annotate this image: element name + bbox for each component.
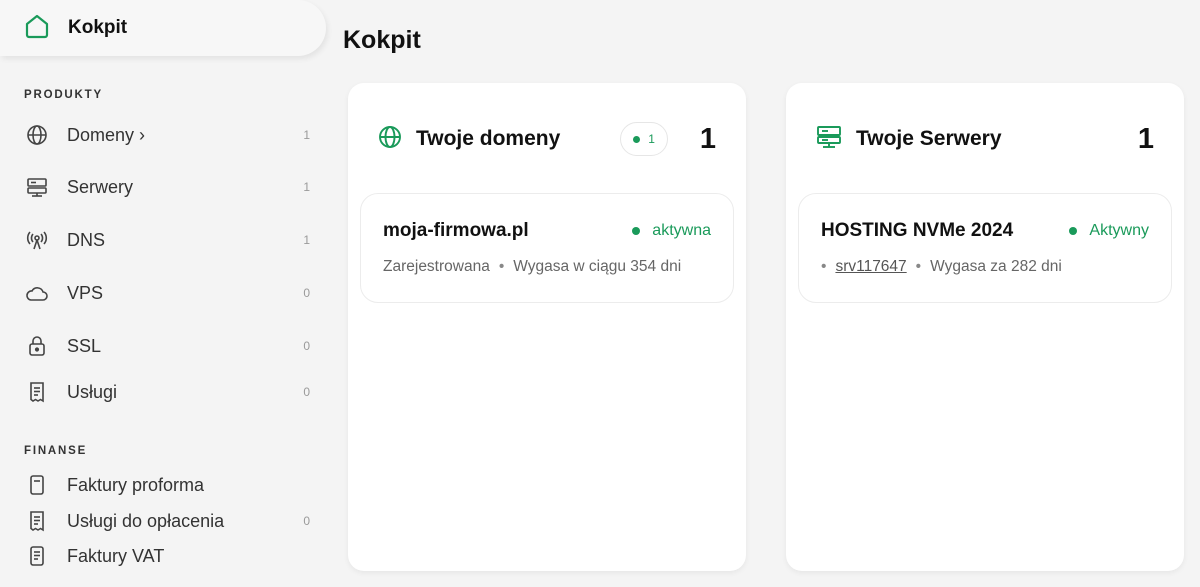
sidebar-item-servers[interactable]: Serwery 1 xyxy=(24,169,310,205)
server-item[interactable]: HOSTING NVMe 2024 Aktywny • srv117647 • … xyxy=(798,193,1172,303)
sidebar-item-label: Serwery xyxy=(67,176,134,197)
status-dot xyxy=(632,227,641,235)
sidebar-item-vat-invoices[interactable]: Faktury VAT xyxy=(24,538,310,574)
sidebar-item-label: Faktury proforma xyxy=(67,474,205,495)
sidebar-item-services-to-pay[interactable]: Usługi do opłacenia 0 xyxy=(24,503,310,539)
section-heading-products: PRODUKTY xyxy=(24,89,103,101)
sidebar-item-count: 1 xyxy=(303,180,310,194)
domains-card-header: Twoje domeny 1 1 xyxy=(378,119,716,159)
page-title: Kokpit xyxy=(343,26,421,54)
servers-card: Twoje Serwery 1 HOSTING NVMe 2024 Aktywn… xyxy=(786,83,1184,571)
domain-name: moja-firmowa.pl xyxy=(383,220,529,241)
sidebar-item-vps[interactable]: VPS 0 xyxy=(24,275,310,311)
sidebar-item-count: 0 xyxy=(303,339,310,353)
sidebar: Kokpit PRODUKTY Domeny › 1 Serwery 1 DNS… xyxy=(0,0,330,587)
registration-status: Zarejestrowana xyxy=(383,258,490,275)
section-heading-finance: FINANSE xyxy=(24,445,88,457)
sidebar-item-label: Kokpit xyxy=(68,17,128,38)
separator-dot: • xyxy=(821,258,827,275)
domains-total-count: 1 xyxy=(699,122,716,155)
lock-icon xyxy=(24,333,50,359)
sidebar-item-proforma-invoices[interactable]: Faktury proforma xyxy=(24,467,310,503)
sidebar-item-label: Domeny › xyxy=(67,124,146,145)
expiry-text: Wygasa za 282 dni xyxy=(930,258,1062,275)
server-id-link[interactable]: srv117647 xyxy=(835,258,906,276)
badge-count: 1 xyxy=(648,132,655,146)
sidebar-item-count: 0 xyxy=(303,385,310,399)
server-name: HOSTING NVMe 2024 xyxy=(821,220,1014,241)
sidebar-item-count: 1 xyxy=(303,128,310,142)
sidebar-item-label: Usługi do opłacenia xyxy=(67,510,225,531)
sidebar-item-label: Faktury VAT xyxy=(67,545,165,566)
status-badge: Aktywny xyxy=(1069,222,1149,240)
status-dot xyxy=(633,135,641,143)
status-text: Aktywny xyxy=(1089,222,1149,239)
sidebar-item-dns[interactable]: DNS 1 xyxy=(24,222,310,258)
sidebar-item-count: 0 xyxy=(303,286,310,300)
server-icon xyxy=(816,125,842,154)
sidebar-item-count: 1 xyxy=(303,233,310,247)
expiry-text: Wygasa w ciągu 354 dni xyxy=(513,258,682,275)
status-badge: aktywna xyxy=(632,222,711,240)
status-text: aktywna xyxy=(652,222,711,239)
document-icon xyxy=(24,472,50,498)
sidebar-item-count: 0 xyxy=(303,514,310,528)
servers-total-count: 1 xyxy=(1137,122,1154,155)
home-icon xyxy=(24,13,50,44)
document-icon xyxy=(24,543,50,569)
server-icon xyxy=(24,174,50,200)
sidebar-item-label: Usługi xyxy=(67,381,118,402)
status-dot xyxy=(1069,227,1078,235)
sidebar-item-ssl[interactable]: SSL 0 xyxy=(24,328,310,364)
separator-dot: • xyxy=(498,258,505,275)
receipt-icon xyxy=(24,379,50,405)
antenna-icon xyxy=(24,227,50,253)
active-domains-badge[interactable]: 1 xyxy=(620,122,668,156)
sidebar-item-dashboard[interactable]: Kokpit xyxy=(0,0,326,56)
domain-meta: Zarejestrowana • Wygasa w ciągu 354 dni xyxy=(383,258,681,276)
receipt-icon xyxy=(24,508,50,534)
globe-icon xyxy=(24,122,50,148)
servers-card-title: Twoje Serwery xyxy=(856,127,1002,150)
server-meta: • srv117647 • Wygasa za 282 dni xyxy=(821,258,1062,276)
domains-card: Twoje domeny 1 1 moja-firmowa.pl aktywna… xyxy=(348,83,746,571)
globe-icon xyxy=(378,125,402,154)
cloud-icon xyxy=(24,280,50,306)
separator-dot: • xyxy=(915,258,922,275)
sidebar-item-services[interactable]: Usługi 0 xyxy=(24,374,310,410)
sidebar-item-label: VPS xyxy=(67,282,104,303)
sidebar-item-domains[interactable]: Domeny › 1 xyxy=(24,117,310,153)
sidebar-item-label: SSL xyxy=(67,335,102,356)
sidebar-item-label: DNS xyxy=(67,229,106,250)
servers-card-header: Twoje Serwery 1 xyxy=(816,119,1154,159)
domain-item[interactable]: moja-firmowa.pl aktywna Zarejestrowana •… xyxy=(360,193,734,303)
domains-card-title: Twoje domeny xyxy=(416,127,561,150)
